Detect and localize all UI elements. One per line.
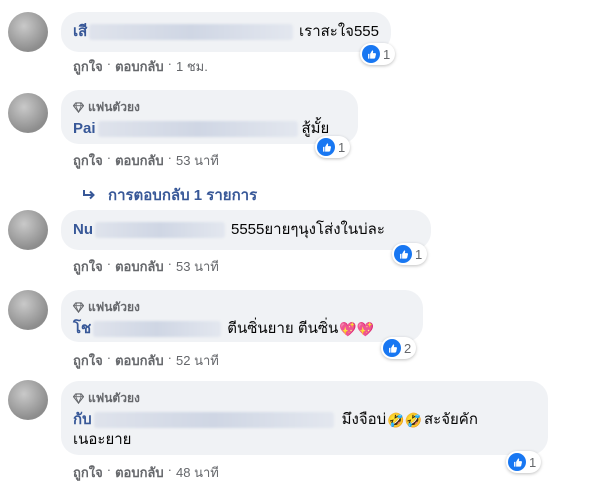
- timestamp[interactable]: 53 นาที: [176, 150, 219, 171]
- avatar[interactable]: [8, 380, 48, 420]
- reaction-count[interactable]: 1: [392, 243, 428, 265]
- comment-text: มึงจือบ่: [341, 411, 387, 428]
- reply-button[interactable]: ตอบกลับ: [115, 462, 164, 481]
- fan-badge: แฟนตัวยง: [73, 298, 411, 317]
- like-button[interactable]: ถูกใจ: [73, 256, 103, 277]
- comment-actions: ถูกใจ · ตอบกลับ · 48 นาที: [73, 462, 219, 481]
- like-button[interactable]: ถูกใจ: [73, 56, 103, 77]
- timestamp[interactable]: 53 นาที: [176, 256, 219, 277]
- diamond-icon: [73, 302, 84, 313]
- like-icon: [317, 138, 335, 156]
- like-icon: [362, 45, 380, 63]
- comment-text: ตีนซิ่นยาย ตีนซิ่น: [227, 320, 339, 337]
- timestamp[interactable]: 52 นาที: [176, 350, 219, 371]
- reaction-count[interactable]: 1: [315, 136, 351, 158]
- view-replies-link[interactable]: การตอบกลับ 1 รายการ: [82, 183, 257, 207]
- comment-text: เราสะใจ555: [299, 23, 379, 40]
- reply-button[interactable]: ตอบกลับ: [115, 150, 164, 171]
- reaction-count[interactable]: 2: [381, 337, 417, 359]
- comment-actions: ถูกใจ · ตอบกลับ · 52 นาที: [73, 350, 219, 371]
- diamond-icon: [73, 102, 84, 113]
- like-button[interactable]: ถูกใจ: [73, 462, 103, 481]
- comment-text: เนอะยาย: [73, 431, 132, 448]
- like-icon: [383, 339, 401, 357]
- avatar[interactable]: [8, 93, 48, 133]
- like-icon: [394, 245, 412, 263]
- redacted-name: [97, 121, 298, 137]
- redacted-name: [93, 412, 334, 428]
- fan-badge: แฟนตัวยง: [73, 389, 536, 408]
- comment-bubble: เสี เราสะใจ555: [61, 12, 391, 52]
- commenter-name[interactable]: Nu: [73, 220, 93, 240]
- comment-text: สะจัยคัก: [424, 411, 478, 428]
- comment-bubble: Nu 5555ยายๆนุงโส่งในบ่ละ: [61, 210, 431, 250]
- commenter-name[interactable]: โช: [73, 319, 91, 339]
- redacted-name: [89, 24, 294, 40]
- commenter-name[interactable]: Pai: [73, 119, 96, 139]
- reply-button[interactable]: ตอบกลับ: [115, 256, 164, 277]
- comment-actions: ถูกใจ · ตอบกลับ · 53 นาที: [73, 256, 219, 277]
- reaction-count[interactable]: 1: [360, 43, 396, 65]
- avatar[interactable]: [8, 210, 48, 250]
- comment-actions: ถูกใจ · ตอบกลับ · 1 ชม.: [73, 56, 208, 77]
- heart-emoji: 💖💖: [339, 321, 375, 337]
- reply-button[interactable]: ตอบกลับ: [115, 350, 164, 371]
- comment-bubble: แฟนตัวยง โช ตีนซิ่นยาย ตีนซิ่น 💖💖: [61, 290, 423, 342]
- comment-text: 5555ยายๆนุงโส่งในบ่ละ: [231, 221, 385, 238]
- like-button[interactable]: ถูกใจ: [73, 350, 103, 371]
- like-button[interactable]: ถูกใจ: [73, 150, 103, 171]
- avatar[interactable]: [8, 12, 48, 52]
- comment-bubble: แฟนตัวยง Pai สู้มั้ย: [61, 90, 358, 144]
- timestamp[interactable]: 48 นาที: [176, 462, 219, 481]
- laughing-emoji: 🤣🤣: [387, 412, 423, 428]
- redacted-name: [93, 321, 222, 337]
- like-icon: [508, 453, 526, 471]
- reply-arrow-icon: [83, 190, 95, 200]
- reply-button[interactable]: ตอบกลับ: [115, 56, 164, 77]
- commenter-name[interactable]: เสี: [73, 22, 87, 42]
- reaction-count[interactable]: 1: [506, 451, 542, 473]
- comment-bubble: แฟนตัวยง กับ มึงจือบ่ 🤣🤣 สะจัยคัก เนอะยา…: [61, 381, 548, 455]
- timestamp[interactable]: 1 ชม.: [176, 56, 208, 77]
- comment-actions: ถูกใจ · ตอบกลับ · 53 นาที: [73, 150, 219, 171]
- avatar[interactable]: [8, 290, 48, 330]
- diamond-icon: [73, 393, 84, 404]
- commenter-name[interactable]: กับ: [73, 410, 92, 430]
- redacted-name: [95, 222, 225, 238]
- fan-badge: แฟนตัวยง: [73, 98, 346, 117]
